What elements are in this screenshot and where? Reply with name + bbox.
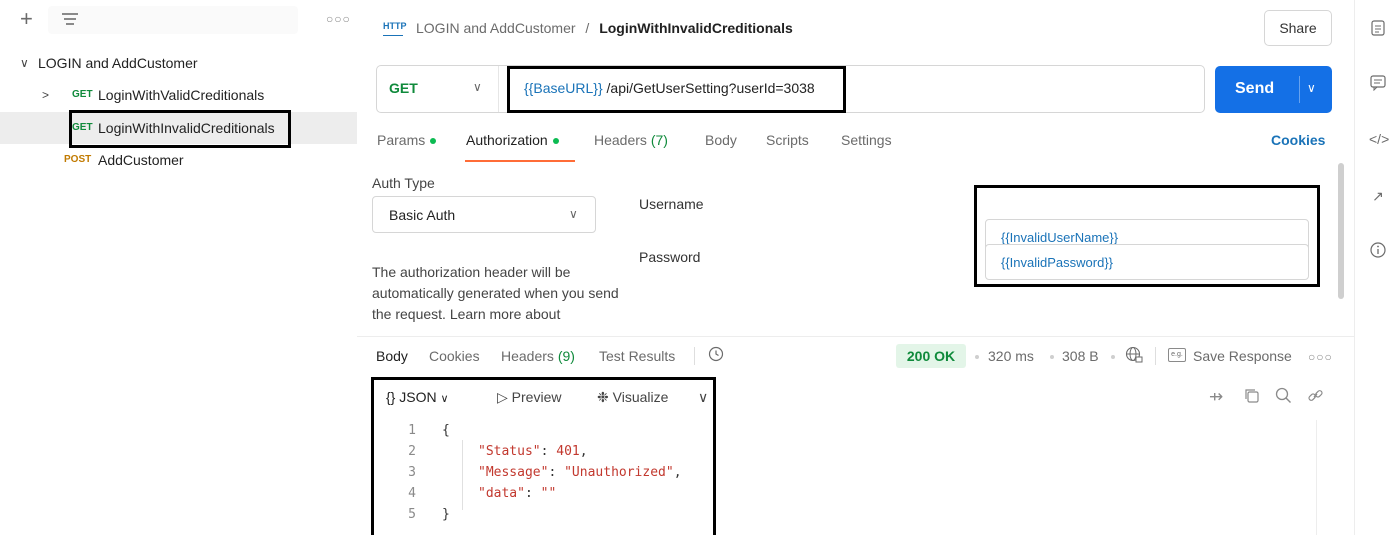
method-select[interactable]: GET — [389, 80, 418, 96]
divider — [1316, 420, 1317, 535]
tab-label: Headers — [594, 132, 647, 148]
status-dot — [430, 138, 437, 145]
filter-icon[interactable] — [62, 10, 84, 30]
method-badge: GET — [72, 89, 93, 100]
chevron-down-icon[interactable]: ∨ — [20, 50, 29, 76]
auth-type-label: Auth Type — [372, 175, 435, 191]
cookies-link[interactable]: Cookies — [1271, 132, 1325, 148]
divider — [498, 66, 499, 112]
tab-authorization[interactable]: Authorization — [466, 132, 559, 148]
plus-icon[interactable]: + — [20, 8, 33, 30]
breadcrumb-request[interactable]: LoginWithInvalidCreditionals — [599, 20, 793, 36]
tab-body[interactable]: Body — [705, 132, 737, 148]
chevron-down-icon[interactable]: ∨ — [1307, 81, 1316, 95]
active-tab-indicator — [465, 160, 575, 162]
copy-icon[interactable] — [1243, 387, 1260, 409]
chevron-right-icon[interactable]: > — [42, 82, 49, 108]
tab-label: Headers — [501, 348, 554, 364]
breadcrumb: LOGIN and AddCustomer / LoginWithInvalid… — [416, 20, 793, 36]
highlight-box — [371, 377, 716, 535]
pane-divider[interactable] — [357, 336, 1354, 337]
divider — [1155, 347, 1156, 365]
separator-dot — [1050, 355, 1054, 359]
globe-lock-icon[interactable] — [1125, 346, 1143, 367]
divider — [1299, 76, 1300, 103]
auth-help-text: The authorization header will be automat… — [372, 264, 619, 322]
breadcrumb-collection[interactable]: LOGIN and AddCustomer — [416, 20, 576, 36]
info-icon[interactable] — [1369, 242, 1387, 260]
highlight-box — [507, 66, 846, 113]
sidebar-request-row[interactable]: > GET LoginWithValidCreditionals — [0, 82, 357, 108]
related-icon[interactable]: ↗ — [1369, 187, 1387, 205]
send-label: Send — [1235, 80, 1275, 97]
collection-name: LOGIN and AddCustomer — [38, 55, 198, 71]
sidebar: + ○○○ ∨ LOGIN and AddCustomer > GET Logi… — [0, 0, 357, 535]
chevron-down-icon[interactable]: ∨ — [473, 80, 482, 94]
tab-count: (7) — [650, 132, 668, 148]
collection-row[interactable]: ∨ LOGIN and AddCustomer — [0, 50, 357, 76]
http-icon: HTTP — [383, 20, 407, 36]
tab-settings[interactable]: Settings — [841, 132, 892, 148]
sidebar-request-row[interactable]: POST AddCustomer — [0, 147, 357, 173]
separator-dot — [975, 355, 979, 359]
tab-count: (9) — [557, 348, 575, 364]
sidebar-search-area[interactable] — [48, 6, 298, 34]
highlight-box — [974, 185, 1320, 287]
response-size: 308 B — [1062, 348, 1099, 364]
highlight-box — [69, 110, 291, 148]
comments-icon[interactable] — [1369, 75, 1387, 93]
request-name: LoginWithValidCreditionals — [98, 87, 265, 103]
docs-icon[interactable] — [1369, 20, 1387, 38]
history-icon[interactable] — [708, 346, 724, 366]
password-label: Password — [639, 249, 701, 265]
status-badge: 200 OK — [896, 344, 966, 368]
code-icon[interactable]: </> — [1369, 130, 1389, 148]
request-name: AddCustomer — [98, 152, 184, 168]
status-dot — [552, 138, 559, 145]
tab-headers[interactable]: Headers (7) — [594, 132, 668, 148]
more-icon[interactable]: ○○○ — [1308, 350, 1333, 364]
method-badge: POST — [64, 154, 92, 165]
send-button[interactable]: Send ∨ — [1215, 66, 1332, 113]
response-tab-headers[interactable]: Headers (9) — [501, 348, 575, 364]
separator-dot — [1111, 355, 1115, 359]
tab-label: Authorization — [466, 132, 548, 148]
response-tab-body[interactable]: Body — [376, 348, 408, 364]
breadcrumb-separator: / — [585, 20, 590, 36]
auth-type-select[interactable]: Basic Auth ∨ — [372, 196, 596, 233]
response-time: 320 ms — [988, 348, 1034, 364]
response-tab-cookies[interactable]: Cookies — [429, 348, 480, 364]
wrap-icon[interactable]: ⇸ — [1209, 387, 1223, 407]
username-label: Username — [639, 196, 704, 212]
right-rail: </> ↗ — [1354, 0, 1399, 535]
link-icon[interactable] — [1307, 387, 1324, 409]
share-button[interactable]: Share — [1264, 10, 1332, 46]
chevron-down-icon: ∨ — [569, 207, 578, 221]
more-icon[interactable]: ○○○ — [326, 12, 351, 26]
search-icon[interactable] — [1275, 387, 1292, 409]
save-response-button[interactable]: Save Response — [1193, 348, 1292, 364]
divider — [694, 347, 695, 365]
scrollbar[interactable] — [1338, 163, 1344, 299]
save-icon[interactable]: e.g. — [1168, 348, 1186, 362]
tab-label: Params — [377, 132, 426, 148]
tab-params[interactable]: Params — [377, 132, 437, 148]
response-tab-test-results[interactable]: Test Results — [599, 348, 675, 364]
auth-type-value: Basic Auth — [389, 207, 456, 223]
tab-scripts[interactable]: Scripts — [766, 132, 809, 148]
